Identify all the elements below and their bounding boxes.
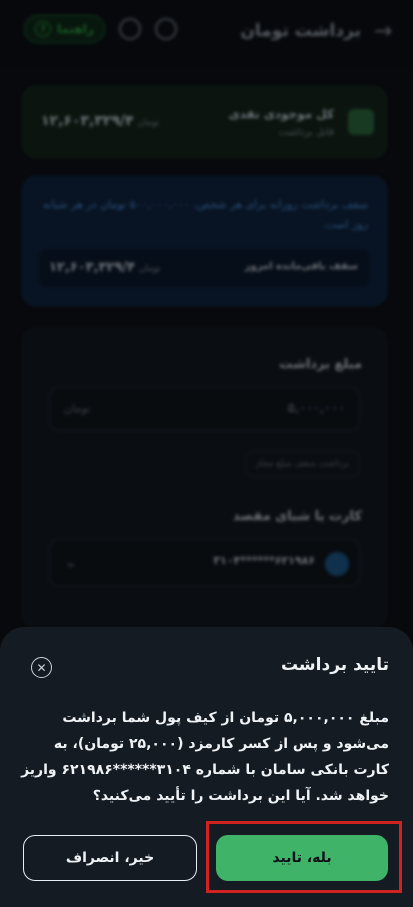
confirm-button[interactable]: بله، تایید xyxy=(216,835,388,881)
screen: → برداشت تومان ? راهنما کل موجودی نقدی ق… xyxy=(0,0,413,907)
confirm-message: مبلغ ۵,۰۰۰,۰۰۰ تومان از کیف پول شما بردا… xyxy=(21,710,389,804)
cancel-button[interactable]: خیر، انصراف xyxy=(23,835,197,881)
sheet-title: تایید برداشت xyxy=(280,655,389,675)
close-icon[interactable]: ✕ xyxy=(31,657,52,678)
confirm-sheet: تایید برداشت ✕ مبلغ ۵,۰۰۰,۰۰۰ تومان از ک… xyxy=(0,627,413,907)
